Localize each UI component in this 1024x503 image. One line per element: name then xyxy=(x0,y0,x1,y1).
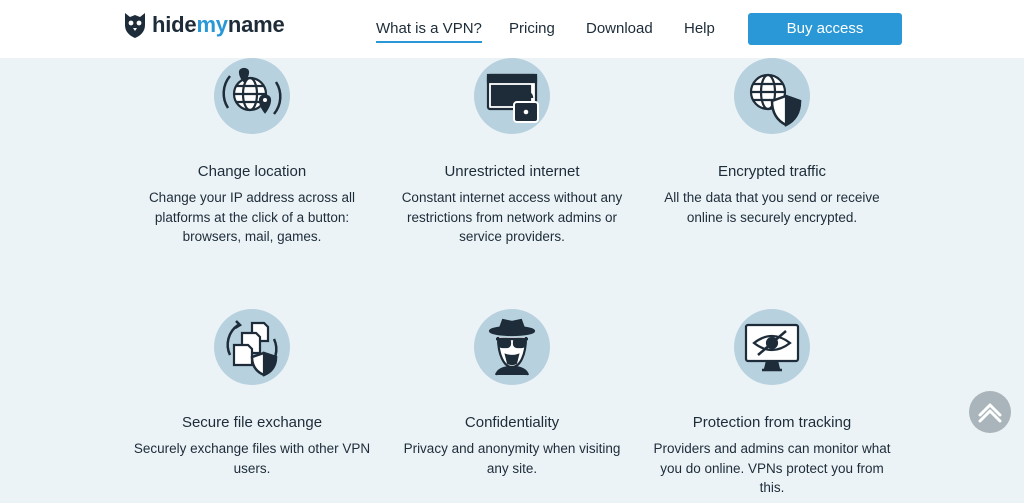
globe-shield-icon xyxy=(734,58,810,134)
owl-logo-icon xyxy=(125,13,145,38)
feature-description: All the data that you send or receive on… xyxy=(664,190,880,225)
nav-download[interactable]: Download xyxy=(586,20,653,37)
feature-title: Unrestricted internet xyxy=(444,163,580,180)
feature-title: Secure file exchange xyxy=(181,414,323,431)
feature-confidentiality: Confidentiality Privacy and anonymity wh… xyxy=(392,309,632,478)
feature-protection-from-tracking: Protection from tracking Providers and a… xyxy=(652,309,892,498)
feature-encrypted-traffic: Encrypted traffic All the data that you … xyxy=(652,58,892,227)
nav-help[interactable]: Help xyxy=(684,20,715,37)
logo[interactable]: hidemyname xyxy=(122,10,285,40)
scroll-to-top-button[interactable] xyxy=(969,391,1011,433)
feature-title: Protection from tracking xyxy=(692,414,852,431)
browser-lock-icon xyxy=(474,58,550,134)
feature-description: Constant internet access without any res… xyxy=(401,190,623,244)
feature-description: Securely exchange files with other VPN u… xyxy=(133,441,371,476)
nav-pricing[interactable]: Pricing xyxy=(509,20,555,37)
feature-description: Privacy and anonymity when visiting any … xyxy=(403,441,621,476)
logo-text: hidemyname xyxy=(152,12,285,37)
feature-change-location: Change location Change your IP address a… xyxy=(132,58,372,247)
feature-description: Change your IP address across all platfo… xyxy=(148,190,356,244)
chevron-up-icon xyxy=(978,403,1002,423)
site-header: hidemyname What is a VPN? Pricing Downlo… xyxy=(0,0,1024,58)
feature-title: Change location xyxy=(197,163,307,180)
feature-secure-file-exchange: Secure file exchange Securely exchange f… xyxy=(132,309,372,478)
file-exchange-icon xyxy=(214,309,290,385)
nav-what-is-vpn[interactable]: What is a VPN? xyxy=(376,20,482,43)
globe-location-icon xyxy=(214,58,290,134)
buy-access-button[interactable]: Buy access xyxy=(748,13,902,45)
feature-title: Encrypted traffic xyxy=(717,163,827,180)
feature-description: Providers and admins can monitor what yo… xyxy=(653,441,891,495)
monitor-eye-icon xyxy=(734,309,810,385)
feature-title: Confidentiality xyxy=(464,414,560,431)
feature-unrestricted-internet: Unrestricted internet Constant internet … xyxy=(392,58,632,247)
spy-icon xyxy=(474,309,550,385)
